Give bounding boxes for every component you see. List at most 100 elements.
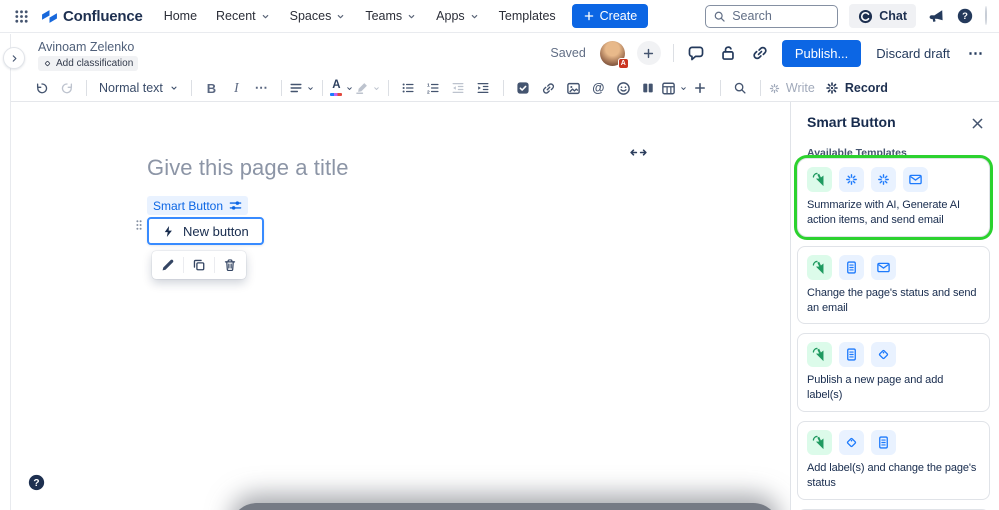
italic-button[interactable]: I <box>224 76 249 100</box>
task-checkbox-icon <box>516 81 530 95</box>
numbered-list-icon <box>426 81 440 95</box>
find-replace-button[interactable] <box>728 76 753 100</box>
chevron-right-icon <box>9 53 20 64</box>
duplicate-block-button[interactable] <box>186 253 212 277</box>
nav-templates[interactable]: Templates <box>499 9 556 23</box>
layout-button[interactable] <box>636 76 661 100</box>
redo-button[interactable] <box>54 76 79 100</box>
trash-icon <box>223 258 237 272</box>
nav-spaces[interactable]: Spaces <box>290 9 347 23</box>
divider <box>281 80 282 96</box>
nav-teams[interactable]: Teams <box>365 9 417 23</box>
template-card-summarize-ai[interactable]: Summarize with AI, Generate AI action it… <box>797 158 990 237</box>
panel-close-button[interactable] <box>968 114 986 132</box>
editor-width-toggle[interactable] <box>629 146 648 159</box>
undo-button[interactable] <box>29 76 54 100</box>
ai-sparkle-icon <box>871 167 896 192</box>
publish-button[interactable]: Publish... <box>782 40 861 67</box>
record-label: Record <box>845 81 888 95</box>
text-color-bar <box>330 93 342 96</box>
divider <box>183 257 184 273</box>
new-smart-button[interactable]: New button <box>147 217 264 245</box>
collaborator-avatar[interactable]: A <box>600 41 625 66</box>
alignment-button[interactable] <box>289 76 315 100</box>
editor-toolbar: Normal text B I ⋯ A @ Write Record <box>11 75 999 102</box>
edit-block-button[interactable] <box>155 253 181 277</box>
help-button[interactable] <box>956 7 974 25</box>
page-status-icon <box>839 342 864 367</box>
nav-home[interactable]: Home <box>164 9 197 23</box>
discard-draft-button[interactable]: Discard draft <box>873 46 953 61</box>
chevron-down-icon <box>469 11 480 22</box>
collaborator-badge: A <box>618 58 629 69</box>
add-collaborator-button[interactable] <box>637 41 661 65</box>
text-style-select[interactable]: Normal text <box>94 76 184 100</box>
sliders-icon <box>229 199 242 212</box>
page-title-placeholder[interactable]: Give this page a title <box>147 155 349 181</box>
more-actions-button[interactable]: ⋯ <box>965 44 987 62</box>
template-card-label-status[interactable]: Add label(s) and change the page's statu… <box>797 421 990 500</box>
table-button[interactable] <box>661 76 688 100</box>
inline-comment-button[interactable] <box>686 43 706 63</box>
insert-link-button[interactable] <box>536 76 561 100</box>
emoji-button[interactable] <box>611 76 636 100</box>
indent-button[interactable] <box>471 76 496 100</box>
restrictions-button[interactable] <box>718 43 738 63</box>
bullet-list-button[interactable] <box>396 76 421 100</box>
template-card-label: Publish a new page and add label(s) <box>807 373 980 403</box>
help-fab-button[interactable] <box>28 474 45 491</box>
smart-button-panel: Smart Button Available Templates Summari… <box>790 102 999 510</box>
editor-canvas[interactable]: Give this page a title Smart Button New … <box>11 102 790 510</box>
global-search[interactable] <box>705 5 838 28</box>
nav-apps[interactable]: Apps <box>436 9 480 23</box>
block-drag-handle[interactable] <box>135 219 143 231</box>
topbar-right-cluster: Chat <box>705 4 987 28</box>
more-formatting-button[interactable]: ⋯ <box>249 76 274 100</box>
ai-write-button[interactable]: Write <box>768 81 815 95</box>
insert-more-button[interactable] <box>688 76 713 100</box>
sidebar-expand-button[interactable] <box>3 47 25 69</box>
add-classification-label: Add classification <box>56 58 133 69</box>
chat-button[interactable]: Chat <box>849 4 916 28</box>
smart-button-lozenge[interactable]: Smart Button <box>147 196 248 215</box>
search-input[interactable] <box>732 9 830 23</box>
plus-icon <box>583 10 595 22</box>
nav-templates-label: Templates <box>499 9 556 23</box>
profile-button[interactable] <box>985 7 987 25</box>
record-button[interactable]: Record <box>825 81 888 95</box>
plus-icon <box>642 47 655 60</box>
template-icons <box>807 430 980 455</box>
numbered-list-button[interactable] <box>421 76 446 100</box>
create-button[interactable]: Create <box>572 4 649 28</box>
app-switcher-button[interactable] <box>10 5 32 27</box>
template-card-status-email[interactable]: Change the page's status and send an ema… <box>797 246 990 325</box>
task-list-button[interactable] <box>511 76 536 100</box>
outdent-button[interactable] <box>446 76 471 100</box>
comment-icon <box>687 44 705 62</box>
template-card-publish-label[interactable]: Publish a new page and add label(s) <box>797 333 990 412</box>
insert-image-button[interactable] <box>561 76 586 100</box>
template-icons <box>807 167 980 192</box>
highlight-button[interactable] <box>355 76 381 100</box>
add-classification-button[interactable]: Add classification <box>38 56 138 71</box>
table-icon <box>661 81 676 96</box>
copy-link-button[interactable] <box>750 43 770 63</box>
text-color-button[interactable]: A <box>330 76 355 100</box>
divider <box>760 80 761 96</box>
chevron-down-icon <box>169 83 179 93</box>
chevron-down-icon <box>345 84 354 93</box>
megaphone-icon <box>928 8 944 24</box>
delete-block-button[interactable] <box>217 253 243 277</box>
divider <box>86 80 87 96</box>
divider <box>191 80 192 96</box>
mention-button[interactable]: @ <box>586 76 611 100</box>
breadcrumb-author[interactable]: Avinoam Zelenko <box>38 40 134 54</box>
divider <box>673 44 674 62</box>
bold-button[interactable]: B <box>199 76 224 100</box>
announcements-button[interactable] <box>927 7 945 25</box>
drag-dots-icon <box>135 219 143 231</box>
confluence-logo[interactable]: Confluence <box>41 8 143 25</box>
nav-recent[interactable]: Recent <box>216 9 271 23</box>
columns-icon <box>641 81 655 95</box>
text-style-value: Normal text <box>99 81 163 95</box>
